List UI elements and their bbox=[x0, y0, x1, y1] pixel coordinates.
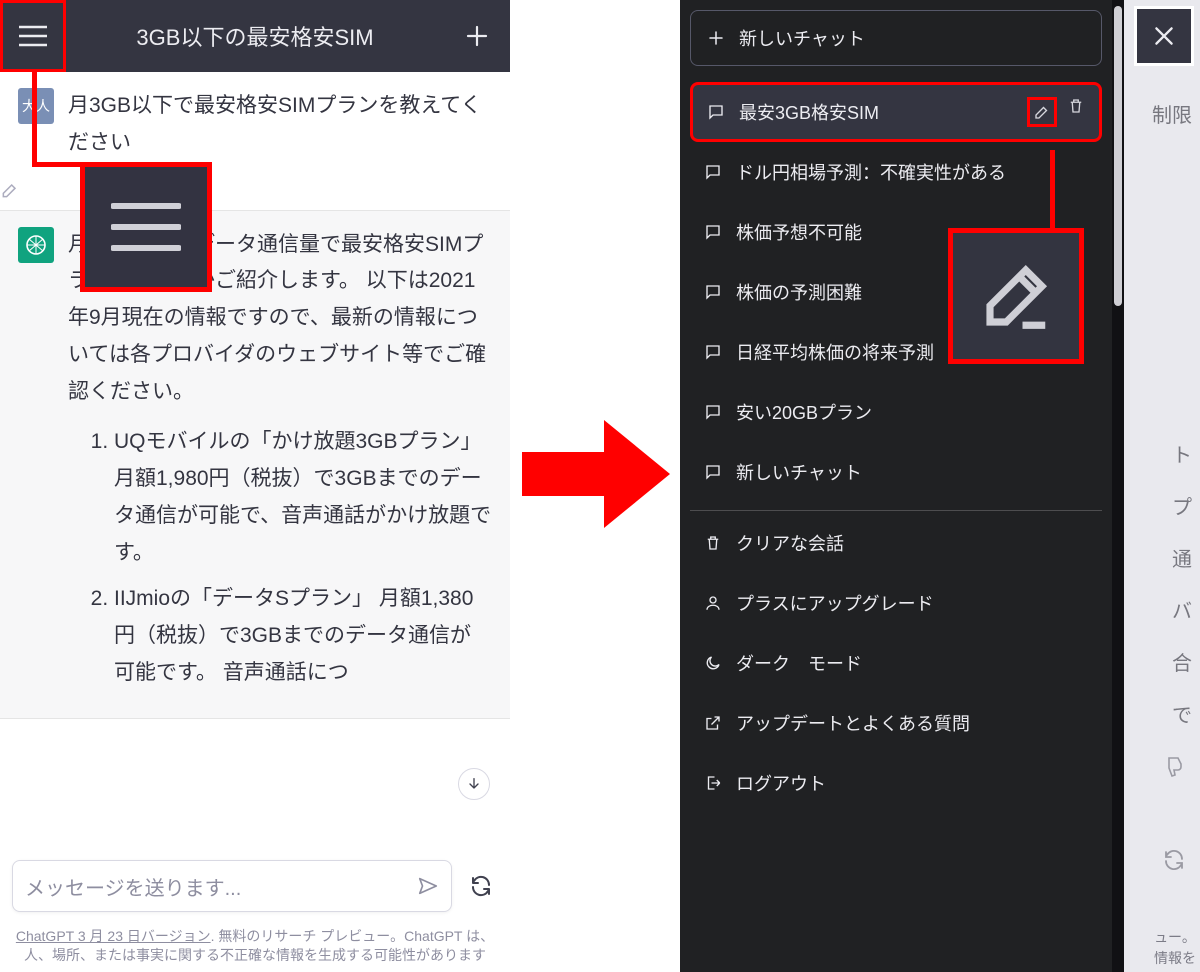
message-placeholder: メッセージを送ります... bbox=[25, 872, 241, 901]
menu-button[interactable] bbox=[0, 0, 66, 72]
close-icon bbox=[1151, 23, 1177, 49]
hamburger-icon bbox=[19, 25, 47, 47]
menu-label: ダーク モード bbox=[736, 650, 1088, 676]
user-message-text: 月3GB以下で最安格安SIMプランを教えてください bbox=[68, 88, 492, 162]
delete-chat-button[interactable] bbox=[1067, 97, 1085, 127]
chat-icon bbox=[704, 403, 722, 421]
menu-label: クリアな会話 bbox=[736, 530, 1088, 556]
menu-faq[interactable]: アップデートとよくある質問 bbox=[690, 693, 1102, 753]
refresh-icon bbox=[469, 874, 493, 898]
sidebar-scrollbar[interactable] bbox=[1112, 0, 1124, 972]
arrow-icon bbox=[522, 420, 670, 528]
user-icon bbox=[704, 594, 722, 612]
menu-label: プラスにアップグレード bbox=[736, 590, 1088, 616]
thumbs-down-icon bbox=[1162, 754, 1186, 778]
logout-icon bbox=[704, 774, 722, 792]
message-input[interactable]: メッセージを送ります... bbox=[12, 860, 452, 912]
openai-icon bbox=[24, 233, 48, 257]
chat-title: 3GB以下の最安格安SIM bbox=[66, 20, 444, 52]
hamburger-icon bbox=[111, 200, 181, 254]
chat-item-active[interactable]: 最安3GB格安SIM bbox=[690, 82, 1102, 142]
refresh-icon bbox=[1162, 848, 1186, 872]
chat-icon bbox=[707, 103, 725, 121]
assistant-message-row: 月3GB以下のデータ通信量で最安格安SIMプランをいくつかご紹介します。 以下は… bbox=[0, 210, 510, 719]
new-chat-button[interactable] bbox=[444, 0, 510, 72]
menu-label: ログアウト bbox=[736, 770, 1088, 796]
chat-item[interactable]: 安い20GBプラン bbox=[690, 382, 1102, 442]
new-chat-button[interactable]: 新しいチャット bbox=[690, 10, 1102, 66]
edit-icon bbox=[977, 257, 1055, 335]
callout-connector bbox=[32, 162, 84, 167]
chat-screen: 3GB以下の最安格安SIM 大人 月3GB以下で最安格安SIMプランを教えてくだ… bbox=[0, 0, 510, 972]
sidebar: 新しいチャット 最安3GB格安SIM ドル円相場予測：不確実性がある bbox=[680, 0, 1112, 972]
chat-item-label: 安い20GBプラン bbox=[736, 399, 1088, 425]
list-item: IIJmioの「データSプラン」 月額1,380円（税抜）で3GBまでのデータ通… bbox=[114, 581, 492, 691]
menu-upgrade[interactable]: プラスにアップグレード bbox=[690, 573, 1102, 633]
header-bar: 3GB以下の最安格安SIM bbox=[0, 0, 510, 72]
edit-icon bbox=[1033, 103, 1051, 121]
scrollbar-thumb[interactable] bbox=[1114, 6, 1122, 306]
plus-icon bbox=[707, 29, 725, 47]
list-item: UQモバイルの「かけ放題3GBプラン」 月額1,980円（税抜）で3GBまでのデ… bbox=[114, 424, 492, 571]
edit-callout bbox=[948, 228, 1084, 364]
new-chat-label: 新しいチャット bbox=[739, 25, 865, 51]
regenerate-button[interactable] bbox=[464, 869, 498, 903]
chat-icon bbox=[704, 283, 722, 301]
chat-icon bbox=[704, 163, 722, 181]
menu-dark-mode[interactable]: ダーク モード bbox=[690, 633, 1102, 693]
external-link-icon bbox=[704, 714, 722, 732]
menu-clear-conversations[interactable]: クリアな会話 bbox=[690, 513, 1102, 573]
trash-icon bbox=[704, 534, 722, 552]
menu-label: アップデートとよくある質問 bbox=[736, 710, 1088, 736]
menu-screen: 制限 ト プ 通 バ 合 で ュー。 情報を 新しいチャット 最安3GB格安SI… bbox=[680, 0, 1200, 972]
close-menu-button[interactable] bbox=[1134, 6, 1194, 66]
dim-body-text: ト プ 通 バ 合 で bbox=[1172, 430, 1192, 742]
chat-item-label: ドル円相場予測：不確実性がある bbox=[736, 159, 1088, 185]
chat-item-label: 新しいチャット bbox=[736, 459, 1088, 485]
edit-message-button[interactable] bbox=[0, 178, 510, 210]
rename-chat-button[interactable] bbox=[1027, 97, 1057, 127]
chat-item[interactable]: 新しいチャット bbox=[690, 442, 1102, 502]
chat-icon bbox=[704, 463, 722, 481]
moon-icon bbox=[704, 654, 722, 672]
arrow-down-icon bbox=[466, 776, 482, 792]
send-icon[interactable] bbox=[417, 875, 439, 897]
menu-logout[interactable]: ログアウト bbox=[690, 753, 1102, 813]
trash-icon bbox=[1067, 97, 1085, 115]
chat-item-label: 最安3GB格安SIM bbox=[739, 99, 1013, 125]
assistant-list: UQモバイルの「かけ放題3GBプラン」 月額1,980円（税抜）で3GBまでのデ… bbox=[68, 424, 492, 691]
scroll-down-button[interactable] bbox=[458, 768, 490, 800]
chat-body: 大人 月3GB以下で最安格安SIMプランを教えてください 月3GB以下のデータ通… bbox=[0, 72, 510, 839]
hamburger-callout bbox=[80, 162, 212, 292]
chat-icon bbox=[704, 223, 722, 241]
assistant-message-text: 月3GB以下のデータ通信量で最安格安SIMプランをいくつかご紹介します。 以下は… bbox=[68, 227, 492, 702]
dim-header-text: 制限 bbox=[1152, 90, 1192, 142]
assistant-avatar bbox=[18, 227, 54, 263]
chat-icon bbox=[704, 343, 722, 361]
plus-icon bbox=[465, 24, 489, 48]
input-area: メッセージを送ります... bbox=[12, 860, 498, 912]
footer-note: ChatGPT 3 月 23 日バージョン. 無料のリサーチ プレビュー。Cha… bbox=[12, 927, 498, 966]
dim-footer-text: ュー。 情報を bbox=[1154, 927, 1196, 968]
callout-connector bbox=[32, 72, 37, 164]
sidebar-menu: クリアな会話 プラスにアップグレード ダーク モード アップデートとよくある質問… bbox=[690, 511, 1102, 813]
chat-item[interactable]: ドル円相場予測：不確実性がある bbox=[690, 142, 1102, 202]
callout-connector bbox=[1050, 150, 1055, 232]
edit-icon bbox=[0, 180, 20, 200]
footer-version[interactable]: ChatGPT 3 月 23 日バージョン bbox=[16, 928, 211, 944]
